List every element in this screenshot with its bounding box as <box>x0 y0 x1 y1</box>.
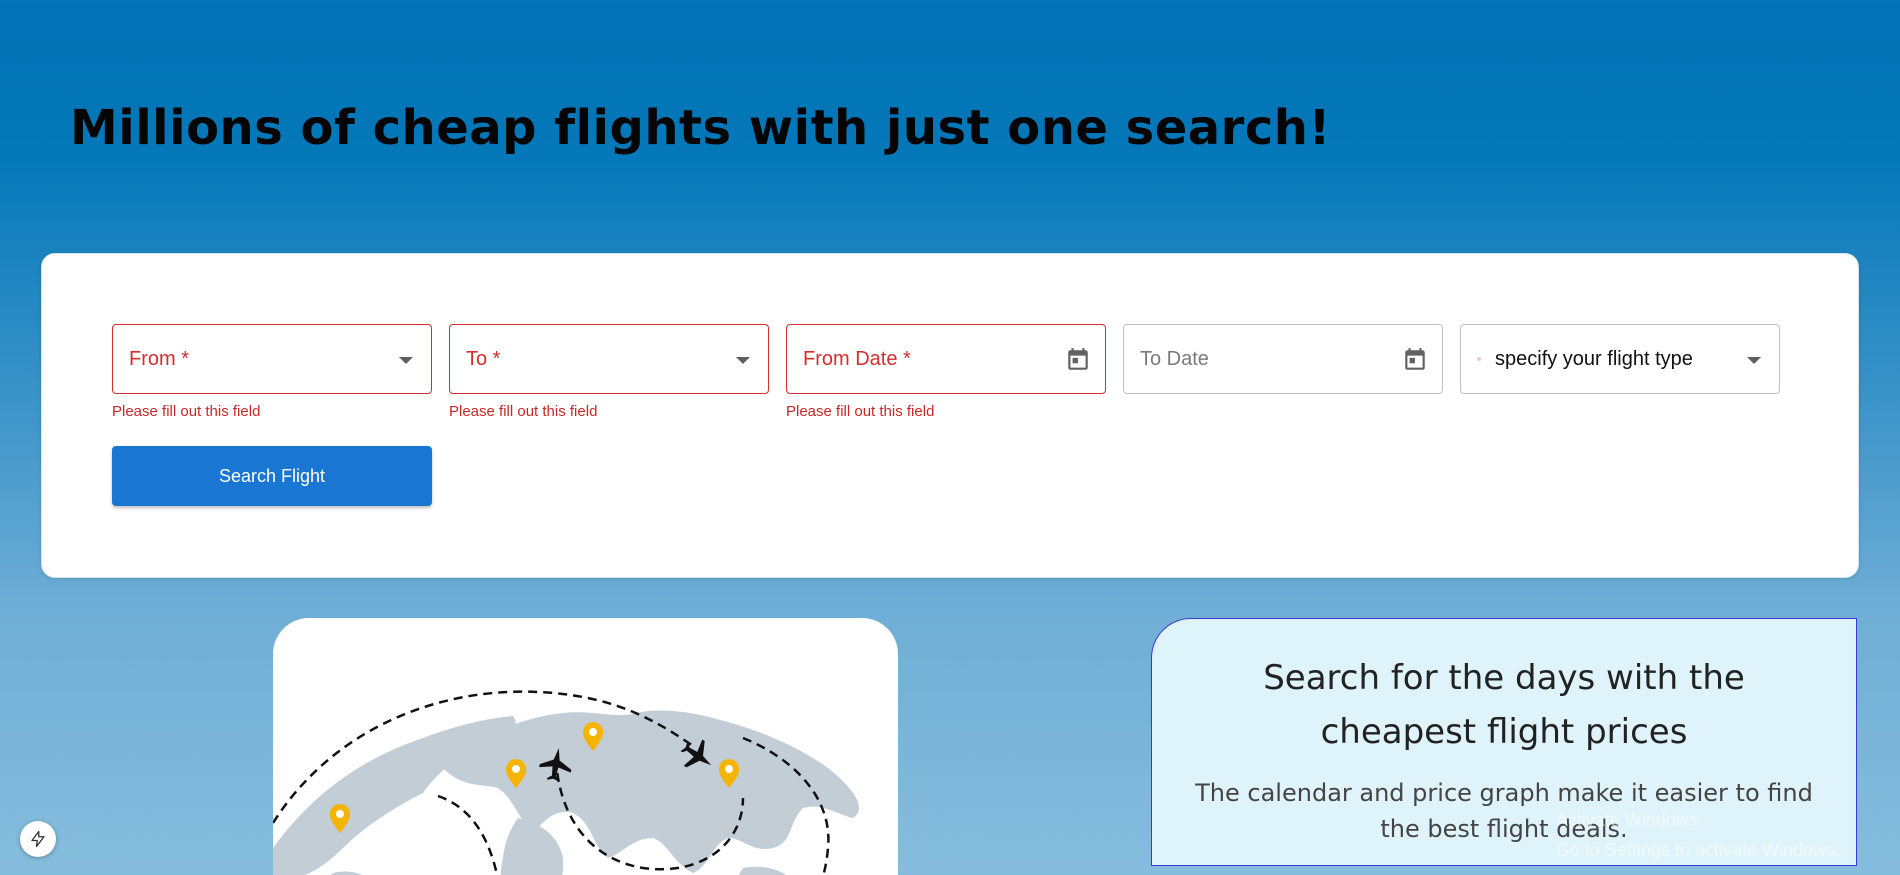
continent-shape <box>273 716 516 875</box>
from-date-input[interactable]: From Date * <box>786 324 1106 394</box>
calendar-icon[interactable] <box>1065 346 1091 374</box>
chevron-down-icon <box>736 357 750 364</box>
to-field-group: To * Please fill out this field <box>449 324 769 420</box>
to-error-text: Please fill out this field <box>449 403 598 420</box>
lightning-icon <box>31 830 45 848</box>
search-flight-button[interactable]: Search Flight <box>112 446 432 506</box>
to-label: To * <box>466 347 501 370</box>
from-date-label: From Date * <box>803 347 911 370</box>
from-field-group: From * Please fill out this field <box>112 324 432 420</box>
watermark-line-1: Activate Windows <box>1555 810 1698 830</box>
from-select[interactable]: From * <box>112 324 432 394</box>
world-map-graphic <box>273 690 859 875</box>
flight-type-field-group: specify your flight type <box>1460 324 1780 394</box>
calendar-icon[interactable] <box>1402 346 1428 374</box>
flight-search-card: From * Please fill out this field To * P… <box>41 253 1859 578</box>
to-date-input[interactable]: To Date <box>1123 324 1443 394</box>
from-date-error-text: Please fill out this field <box>786 403 935 420</box>
flight-type-value: specify your flight type <box>1495 347 1693 370</box>
placeholder-dot <box>1477 357 1481 361</box>
continent-shape <box>739 866 786 875</box>
watermark-line-2: Go to Settings to activate Windows. <box>1555 840 1840 860</box>
from-error-text: Please fill out this field <box>112 403 261 420</box>
to-select[interactable]: To * <box>449 324 769 394</box>
flight-type-select[interactable]: specify your flight type <box>1460 324 1780 394</box>
from-date-field-group: From Date * Please fill out this field <box>786 324 1106 420</box>
promo-title: Search for the days with the cheapest fl… <box>1263 658 1745 752</box>
dev-tools-button[interactable] <box>20 821 56 857</box>
from-label: From * <box>129 347 189 370</box>
to-date-label: To Date <box>1140 347 1209 370</box>
chevron-down-icon <box>399 357 413 364</box>
activate-windows-watermark: Activate Windows Go to Settings to activ… <box>1556 805 1840 865</box>
chevron-down-icon <box>1747 357 1761 364</box>
to-date-field-group: To Date <box>1123 324 1443 394</box>
world-map-illustration <box>273 618 898 875</box>
flight-route <box>437 794 499 875</box>
page-title: Millions of cheap flights with just one … <box>70 100 1331 156</box>
continent-shape <box>500 818 564 875</box>
continent-shape <box>331 871 363 875</box>
